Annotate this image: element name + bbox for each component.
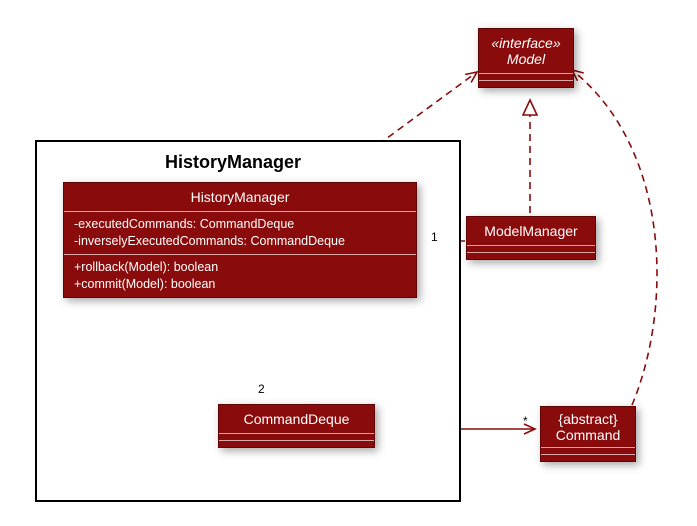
class-name: ModelManager	[484, 223, 577, 239]
class-name: Command	[556, 427, 621, 443]
class-name: HistoryManager	[191, 189, 290, 205]
class-title: HistoryManager	[64, 183, 416, 211]
class-empty-section	[479, 81, 573, 87]
class-command-deque: CommandDeque	[218, 404, 375, 448]
class-attributes: -executedCommands: CommandDeque -inverse…	[64, 212, 416, 254]
class-operations: +rollback(Model): boolean +commit(Model)…	[64, 255, 416, 297]
multiplicity-label: 1	[431, 230, 438, 244]
class-title: «interface» Model	[479, 29, 573, 73]
multiplicity-label: *	[523, 414, 528, 428]
stereotype-label: «interface»	[489, 35, 563, 51]
class-empty-section	[219, 441, 374, 447]
class-empty-section	[541, 455, 635, 461]
class-name: CommandDeque	[244, 411, 350, 427]
class-history-manager: HistoryManager -executedCommands: Comman…	[63, 182, 417, 298]
package-label: HistoryManager	[165, 152, 301, 173]
abstract-label: {abstract}	[549, 411, 627, 427]
class-name: Model	[507, 51, 545, 67]
class-op: +rollback(Model): boolean	[74, 259, 406, 276]
class-model-interface: «interface» Model	[478, 28, 574, 88]
multiplicity-label: 2	[258, 382, 265, 396]
class-command: {abstract} Command	[540, 406, 636, 462]
class-empty-section	[467, 253, 595, 259]
class-op: +commit(Model): boolean	[74, 276, 406, 293]
class-attr: -executedCommands: CommandDeque	[74, 216, 406, 233]
class-model-manager: ModelManager	[466, 216, 596, 260]
class-title: ModelManager	[467, 217, 595, 245]
class-title: CommandDeque	[219, 405, 374, 433]
class-attr: -inverselyExecutedCommands: CommandDeque	[74, 233, 406, 250]
class-title: {abstract} Command	[541, 407, 635, 447]
